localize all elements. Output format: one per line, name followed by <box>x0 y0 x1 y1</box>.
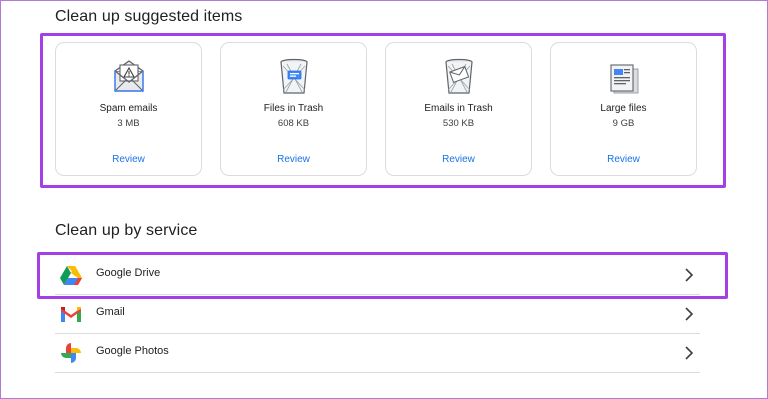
service-row-google-photos[interactable]: Google Photos <box>55 334 700 373</box>
card-size: 530 KB <box>442 118 475 129</box>
service-list: Google Drive Gmail Google Photos <box>55 256 700 373</box>
service-section-title: Clean up by service <box>55 222 198 239</box>
card-label: Spam emails <box>99 103 158 114</box>
gmail-icon <box>59 302 83 326</box>
suggested-section-title: Clean up suggested items <box>55 8 243 25</box>
service-row-google-drive[interactable]: Google Drive <box>55 256 700 295</box>
trash-files-icon <box>274 57 314 97</box>
review-link[interactable]: Review <box>551 154 696 165</box>
spam-mail-icon <box>109 57 149 97</box>
large-files-icon <box>604 57 644 97</box>
card-size: 9 GB <box>612 118 635 129</box>
review-link[interactable]: Review <box>221 154 366 165</box>
google-drive-icon <box>59 263 83 287</box>
card-files-in-trash[interactable]: Files in Trash 608 KB Review <box>220 42 367 176</box>
service-label: Gmail <box>96 306 125 318</box>
chevron-right-icon <box>684 346 694 360</box>
review-link[interactable]: Review <box>386 154 531 165</box>
google-photos-icon <box>59 341 83 365</box>
chevron-right-icon <box>684 268 694 282</box>
chevron-right-icon <box>684 307 694 321</box>
review-link[interactable]: Review <box>56 154 201 165</box>
suggested-cards: Spam emails 3 MB Review Files in Trash 6… <box>55 42 700 176</box>
card-size: 608 KB <box>277 118 310 129</box>
card-label: Large files <box>600 103 647 114</box>
card-size: 3 MB <box>117 118 140 129</box>
card-spam-emails[interactable]: Spam emails 3 MB Review <box>55 42 202 176</box>
service-label: Google Photos <box>96 345 169 357</box>
card-label: Files in Trash <box>263 103 324 114</box>
trash-emails-icon <box>439 57 479 97</box>
service-row-gmail[interactable]: Gmail <box>55 295 700 334</box>
card-label: Emails in Trash <box>424 103 493 114</box>
card-emails-in-trash[interactable]: Emails in Trash 530 KB Review <box>385 42 532 176</box>
card-large-files[interactable]: Large files 9 GB Review <box>550 42 697 176</box>
service-label: Google Drive <box>96 267 161 279</box>
